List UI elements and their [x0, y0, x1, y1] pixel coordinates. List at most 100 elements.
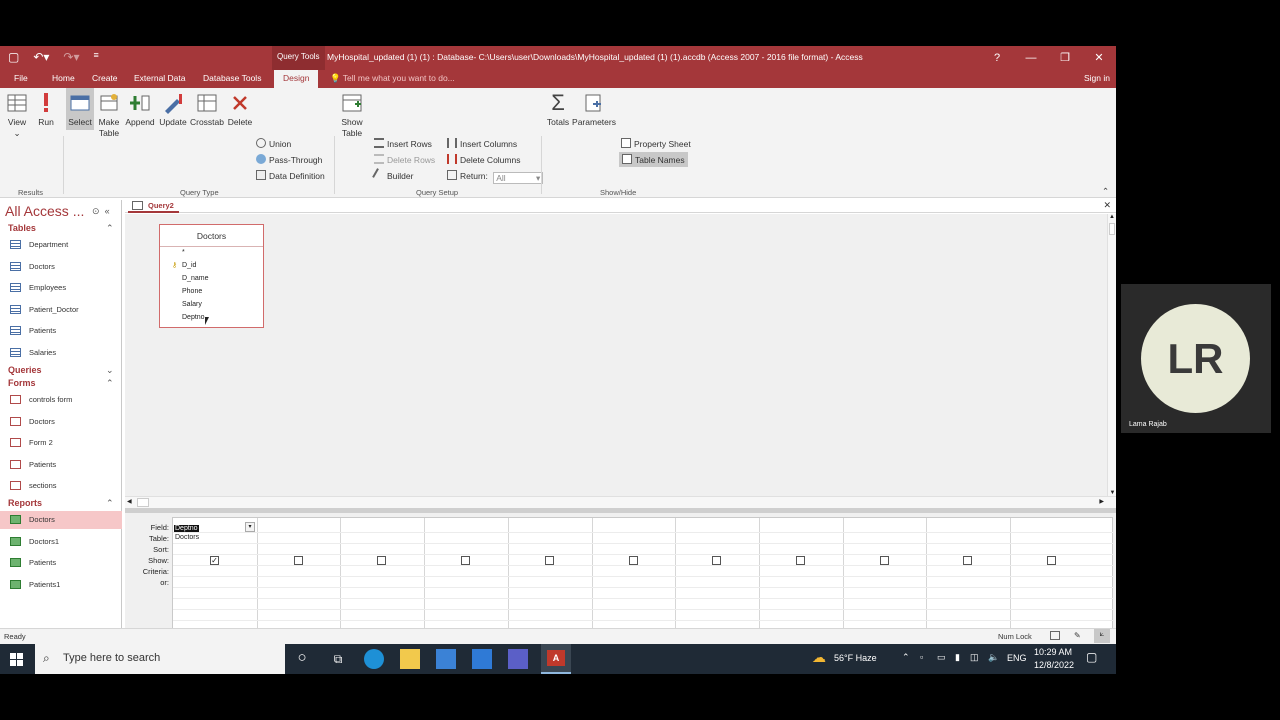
show-checkbox[interactable]: [461, 556, 471, 565]
task-view-icon[interactable]: ⧉: [328, 649, 348, 669]
tell-me-box[interactable]: 💡 Tell me what you want to do...: [330, 73, 455, 84]
nav-pane-title[interactable]: All Access ...: [5, 203, 84, 219]
field-list-item[interactable]: D_name: [182, 275, 208, 282]
make-table-button[interactable]: Make Table: [96, 92, 122, 139]
show-checkbox[interactable]: [795, 556, 805, 565]
field-list-item[interactable]: Deptno: [182, 314, 205, 321]
select-query-button[interactable]: Select: [66, 88, 94, 130]
field-cell-selected[interactable]: Deptno ▾: [174, 522, 255, 532]
notifications-icon[interactable]: ▢: [1086, 650, 1097, 664]
data-definition-button[interactable]: Data Definition: [256, 170, 325, 181]
field-list-item[interactable]: Salary: [182, 301, 202, 308]
scroll-up-icon[interactable]: ▲: [1108, 214, 1116, 220]
show-checkbox[interactable]: [544, 556, 554, 565]
union-button[interactable]: Union: [256, 138, 291, 149]
scroll-right-icon[interactable]: ▶: [1099, 498, 1104, 505]
nav-menu-icon[interactable]: ⊙: [92, 206, 100, 216]
nav-item[interactable]: Patients: [0, 456, 122, 474]
builder-button[interactable]: Builder: [372, 168, 413, 182]
table-cell-value[interactable]: Doctors: [175, 534, 199, 541]
field-dropdown-button[interactable]: ▾: [245, 522, 255, 532]
mail-icon[interactable]: [472, 649, 492, 669]
taskbar-search-box[interactable]: ⌕ Type here to search: [35, 644, 285, 674]
field-list-item[interactable]: D_id: [182, 262, 196, 269]
restore-button[interactable]: ❐: [1048, 46, 1082, 70]
show-checkbox[interactable]: [1047, 556, 1056, 565]
redo-icon[interactable]: ↷▾: [63, 50, 79, 64]
file-explorer-icon[interactable]: [400, 649, 420, 669]
nav-item[interactable]: Department: [0, 236, 122, 254]
nav-section-tables[interactable]: Tables ⌃: [8, 223, 114, 233]
nav-item[interactable]: Salaries: [0, 344, 122, 362]
tray-chevron-up-icon[interactable]: ⌃: [902, 652, 910, 663]
update-button[interactable]: Update: [157, 92, 189, 128]
show-checkbox[interactable]: [628, 556, 638, 565]
nav-item[interactable]: Patients1: [0, 576, 122, 594]
close-tab-icon[interactable]: ✕: [1103, 200, 1111, 211]
pass-through-button[interactable]: Pass-Through: [256, 154, 322, 165]
clock-time[interactable]: 10:29 AM: [1034, 647, 1072, 657]
show-checkbox[interactable]: [377, 556, 387, 565]
nav-item[interactable]: Patients: [0, 554, 122, 572]
delete-rows-button[interactable]: Delete Rows: [374, 154, 435, 165]
field-list-item[interactable]: Phone: [182, 288, 202, 295]
nav-item[interactable]: Doctors1: [0, 533, 122, 551]
nav-section-reports[interactable]: Reports ⌃: [8, 498, 114, 508]
teams-icon[interactable]: [508, 649, 528, 669]
show-checkbox[interactable]: [712, 556, 722, 565]
collapse-ribbon-icon[interactable]: ⌃: [1102, 186, 1109, 197]
minimize-button[interactable]: —: [1014, 46, 1048, 70]
insert-rows-button[interactable]: Insert Rows: [374, 138, 432, 149]
network-icon[interactable]: ◫: [970, 652, 979, 663]
sql-view-icon[interactable]: ✎: [1074, 631, 1081, 640]
nav-item[interactable]: sections: [0, 477, 122, 495]
tab-database-tools[interactable]: Database Tools: [203, 73, 261, 83]
language-indicator[interactable]: ENG: [1007, 653, 1027, 663]
field-list-item[interactable]: *: [182, 249, 185, 256]
design-vertical-scrollbar[interactable]: ▲ ▼: [1107, 214, 1116, 496]
nav-item[interactable]: Form 2: [0, 434, 122, 452]
microsoft-store-icon[interactable]: [436, 649, 456, 669]
nav-item[interactable]: Employees: [0, 279, 122, 297]
design-view-icon[interactable]: ⟀: [1094, 629, 1110, 643]
show-checkbox[interactable]: ✓: [210, 556, 219, 565]
totals-button[interactable]: Σ Totals: [544, 92, 572, 128]
table-names-button[interactable]: Table Names: [619, 152, 688, 167]
weather-text[interactable]: 56°F Haze: [834, 653, 877, 663]
nav-section-queries[interactable]: Queries ⌄: [8, 365, 114, 375]
field-list-title[interactable]: Doctors: [160, 225, 263, 247]
crosstab-button[interactable]: Crosstab: [189, 92, 225, 128]
design-horizontal-scrollbar[interactable]: ◀ ▶: [125, 496, 1116, 508]
undo-icon[interactable]: ↶▾: [33, 50, 49, 64]
nav-item[interactable]: Doctors: [0, 511, 122, 529]
datasheet-view-icon[interactable]: [1050, 631, 1060, 640]
parameters-button[interactable]: Parameters: [572, 92, 616, 128]
help-button[interactable]: ?: [980, 46, 1014, 70]
delete-query-button[interactable]: Delete: [226, 92, 254, 128]
insert-columns-button[interactable]: Insert Columns: [447, 138, 517, 149]
run-button[interactable]: Run: [34, 92, 58, 128]
nav-section-forms[interactable]: Forms ⌃: [8, 378, 114, 388]
property-sheet-button[interactable]: Property Sheet: [621, 138, 691, 149]
volume-icon[interactable]: 🔈: [988, 652, 999, 663]
append-button[interactable]: Append: [124, 92, 156, 128]
cortana-icon[interactable]: ○: [292, 649, 312, 669]
nav-item[interactable]: Patient_Doctor: [0, 301, 122, 319]
customize-qat-icon[interactable]: ≡: [94, 50, 99, 64]
nav-item[interactable]: Patients: [0, 322, 122, 340]
tab-home[interactable]: Home: [52, 73, 75, 83]
show-checkbox[interactable]: [963, 556, 973, 565]
collapse-pane-icon[interactable]: «: [105, 206, 110, 216]
access-taskbar-icon[interactable]: A: [541, 644, 571, 674]
nav-item[interactable]: Doctors: [0, 413, 122, 431]
windows-start-icon[interactable]: [10, 653, 23, 666]
tray-apps-icon[interactable]: ▫: [920, 652, 923, 662]
return-dropdown[interactable]: All ▾: [493, 172, 544, 184]
view-button[interactable]: View ⌄: [4, 92, 30, 139]
tab-query2[interactable]: Query2: [128, 199, 179, 213]
clock-date[interactable]: 12/8/2022: [1034, 660, 1074, 670]
save-icon[interactable]: ▢: [8, 50, 19, 64]
scroll-thumb[interactable]: [1109, 223, 1115, 235]
delete-columns-button[interactable]: Delete Columns: [447, 154, 520, 165]
field-list-doctors[interactable]: Doctors * ⚷ D_id D_name Phone Salary Dep…: [159, 224, 264, 328]
